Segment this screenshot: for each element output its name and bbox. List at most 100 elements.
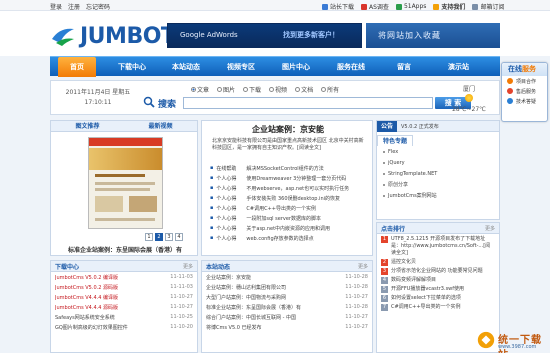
- list-item[interactable]: jQuery: [383, 157, 499, 168]
- table-row[interactable]: JumbotCms V4.4.4 编译版 11-10-27: [51, 292, 197, 302]
- tab-latest-video[interactable]: 最新视频: [124, 121, 197, 131]
- nav-site-news[interactable]: 本站动态: [172, 57, 200, 77]
- radio-download[interactable]: 下载: [243, 85, 261, 94]
- adwords-banner[interactable]: Google AdWords 找到更多新客户！: [167, 23, 362, 48]
- list-item[interactable]: ▪ 个人心得 一段附加sql server数据库的脚本: [210, 213, 370, 223]
- download-more-link[interactable]: 更多: [183, 263, 193, 270]
- list-item[interactable]: ▪ 在线帮助 解决MSSocketControl组件的方法: [210, 163, 370, 173]
- table-row[interactable]: GQ图片制高级的幻灯效果图控件 11-10-20: [51, 322, 197, 332]
- topic-list: Flex jQuery StringTemplate.NET 原创分享 Jumb…: [377, 146, 499, 201]
- email-subscribe-link[interactable]: 邮箱订阅: [472, 2, 504, 11]
- radio-picture[interactable]: 图片: [217, 85, 235, 94]
- service-project-coop[interactable]: 项目合作: [502, 76, 547, 86]
- table-row[interactable]: 1 UTF8_2.5.1215 开源项目发布了下载地址是：http://www.j…: [377, 234, 499, 257]
- rank-badge: 2: [381, 259, 388, 266]
- nav-home[interactable]: 首页: [58, 57, 96, 77]
- nav-service[interactable]: 服务在线: [337, 57, 365, 77]
- table-row[interactable]: 大型门户站案例：中国物流与采购网 11-10-27: [202, 292, 372, 302]
- watermark-url: www.3987.com: [498, 344, 537, 350]
- support-us-link[interactable]: 支持我们: [433, 2, 465, 11]
- notice-text[interactable]: V5.0.2 正式发布: [401, 123, 439, 130]
- list-item[interactable]: StringTemplate.NET: [383, 168, 499, 179]
- adwords-slogan: 找到更多新客户！: [283, 31, 339, 39]
- tab-photo-recommend[interactable]: 图文推荐: [51, 121, 124, 131]
- nav-guestbook[interactable]: 留言: [397, 57, 411, 77]
- apps-link[interactable]: 51Apps: [395, 2, 426, 11]
- list-item[interactable]: Flex: [383, 146, 499, 157]
- bullet-icon: [383, 172, 385, 175]
- radio-article[interactable]: 文章: [191, 85, 209, 94]
- table-row[interactable]: Safeays网站系统安全系统 11-10-25: [51, 312, 197, 322]
- rank-badge: 7: [381, 304, 388, 311]
- slide-page-4[interactable]: 4: [175, 233, 183, 241]
- table-row[interactable]: 6 如何设置select下拉菜单的选项: [377, 293, 499, 302]
- radio-dot: [243, 87, 249, 92]
- list-item[interactable]: ▪ 个人心得 C#调用C++导出类的一个实例: [210, 203, 370, 213]
- nav-videos[interactable]: 视频专区: [227, 57, 255, 77]
- favorite-banner-text: 将网站加入收藏: [378, 31, 441, 40]
- table-row[interactable]: JumbotCms V5.0.2 编译版 11-11-03: [51, 272, 197, 282]
- site-news-more-link[interactable]: 更多: [358, 263, 368, 270]
- slide-page-1[interactable]: 1: [145, 233, 153, 241]
- rank-badge: 4: [381, 277, 388, 284]
- table-row[interactable]: 4 数码变频评解解项目: [377, 275, 499, 284]
- list-item[interactable]: ▪ 个人心得 手体安装失败 360误删desktop.ini的恢复: [210, 193, 370, 203]
- radio-dot: [269, 87, 275, 92]
- webmaster-download-link[interactable]: 站长下载: [322, 2, 354, 11]
- table-row[interactable]: 将博Cms V5.0 已经发布 11-10-27: [202, 322, 372, 332]
- logo-mark-icon: [52, 28, 74, 46]
- radio-document[interactable]: 文档: [295, 85, 313, 94]
- notice-tag: 公告: [377, 120, 398, 132]
- list-item[interactable]: ▪ 个人心得 关于asp.net中内嵌资源的应用和调用: [210, 223, 370, 233]
- table-row[interactable]: 企业站案例：京安能 11-10-28: [202, 272, 372, 282]
- featured-screenshot[interactable]: [88, 137, 163, 229]
- radio-dot: [321, 87, 327, 92]
- nav-pictures[interactable]: 图片中心: [282, 57, 310, 77]
- login-link[interactable]: 登录: [50, 2, 62, 11]
- rank-badge: 1: [381, 236, 388, 243]
- mail-icon: [472, 3, 479, 10]
- table-row[interactable]: 3 分项省示范化企业网站的 功能要常见问题: [377, 266, 499, 275]
- rank-badge: 5: [381, 286, 388, 293]
- notice-bar: 公告 V5.0.2 正式发布: [377, 120, 499, 132]
- table-row[interactable]: 5 开源FFU播放器vcastr3.swf使用: [377, 284, 499, 293]
- screenshot-banner: [89, 148, 162, 170]
- site-logo[interactable]: JUMBOT: [80, 24, 176, 49]
- screenshot-line: [95, 188, 150, 191]
- headline-title[interactable]: 企业站案例：京安能: [202, 124, 374, 135]
- as-survey-link[interactable]: AS调查: [361, 2, 389, 11]
- radio-all[interactable]: 所有: [321, 85, 339, 94]
- tab-special-topics[interactable]: 特色专题: [377, 135, 414, 146]
- table-row[interactable]: 7 C#调用C++导出类的一个实例: [377, 302, 499, 311]
- weather-temp: 28℃~27℃: [452, 106, 486, 113]
- table-row[interactable]: 2 遥控文化贝: [377, 257, 499, 266]
- favorite-banner[interactable]: 将网站加入收藏: [366, 23, 500, 48]
- list-item[interactable]: ▪ 个人心得 使用Dreamweaver 3分钟整理一套分页代码: [210, 173, 370, 183]
- list-item[interactable]: JumbotCms案例网站: [383, 190, 499, 201]
- top-strip: 登录 注册 忘记密码 站长下载 AS调查 51Apps 支持我们 邮箱订阅: [0, 0, 550, 11]
- table-row[interactable]: JumbotCms V5.0.2 源码版 11-11-03: [51, 282, 197, 292]
- register-link[interactable]: 注册: [68, 2, 80, 11]
- table-row[interactable]: JumbotCms V4.4.4 源码版 11-10-27: [51, 302, 197, 312]
- slide-caption[interactable]: 标准企业站案例：东呈国际会展（香港）有: [51, 245, 199, 254]
- radio-dot: [295, 87, 301, 92]
- slide-page-3[interactable]: 3: [165, 233, 173, 241]
- rank-header: 点击排行 更多: [377, 223, 499, 234]
- forgot-password-link[interactable]: 忘记密码: [86, 2, 110, 11]
- slide-page-2[interactable]: 2: [155, 233, 163, 241]
- nav-downloads[interactable]: 下载中心: [118, 57, 146, 77]
- rank-more-link[interactable]: 更多: [485, 225, 495, 232]
- tab-other[interactable]: [413, 135, 423, 146]
- table-row[interactable]: 标准企业站案例：东呈国际会展（香港）有 11-10-28: [202, 302, 372, 312]
- list-item[interactable]: 原创分享: [383, 179, 499, 190]
- nav-demo[interactable]: 演示站: [448, 57, 469, 77]
- table-row[interactable]: 综合门户站案例：中国长城互联网 - 中国 11-10-27: [202, 312, 372, 322]
- list-item[interactable]: ▪ 个人心得 web.config存放参数的选择点: [210, 233, 370, 243]
- search-input[interactable]: [183, 97, 433, 109]
- table-row[interactable]: 企业站案例：穗山达利集团有限公司 11-10-28: [202, 282, 372, 292]
- list-item[interactable]: ▪ 个人心得 不用webserve，asp.net也可以实时执行任务: [210, 183, 370, 193]
- service-after-sales[interactable]: 售后服务: [502, 86, 547, 96]
- radio-video[interactable]: 视频: [269, 85, 287, 94]
- screenshot-line: [95, 182, 155, 185]
- service-tech-support[interactable]: 技术答疑: [502, 96, 547, 106]
